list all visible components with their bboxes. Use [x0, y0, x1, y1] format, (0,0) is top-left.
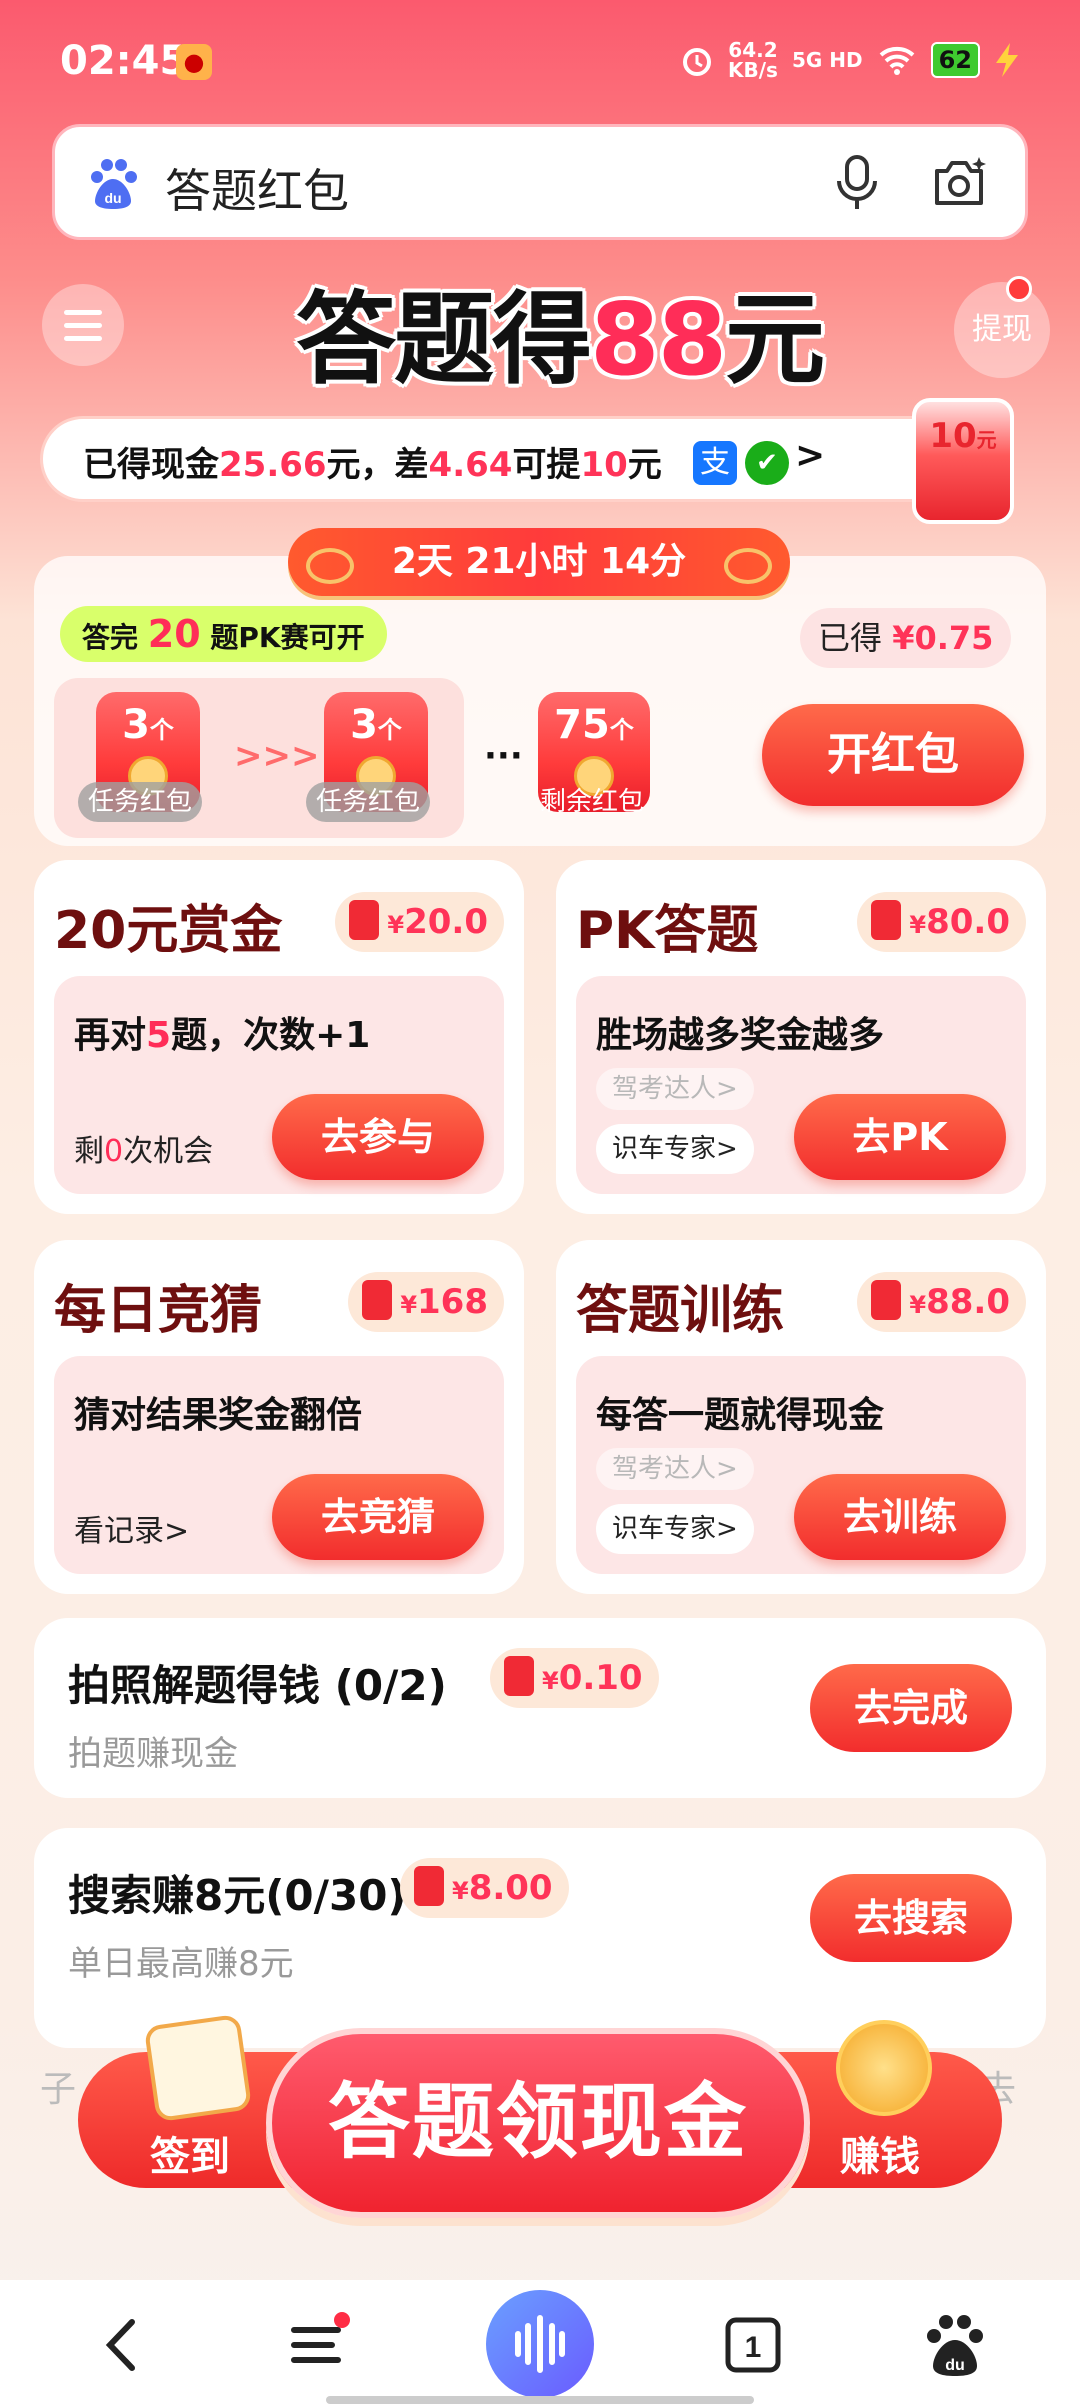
reward-badge: ¥8.00 — [400, 1858, 569, 1918]
go-train-button[interactable]: 去训练 — [794, 1474, 1006, 1560]
card-title: PK答题 — [576, 901, 759, 961]
baidu-logo-icon: du — [91, 159, 137, 209]
cash-progress-bar[interactable]: 已得现金25.66元，差4.64可提10元 支 ✔ > — [40, 416, 960, 502]
search-button[interactable]: 去搜索 — [810, 1874, 1012, 1962]
menu-icon — [64, 310, 102, 315]
svg-text:1: 1 — [745, 2331, 762, 2364]
sign-in-button[interactable]: 签到 — [150, 2124, 230, 2182]
withdraw-button[interactable]: 提现 — [954, 282, 1050, 378]
pk-quiz-card[interactable]: PK答题 ¥80.0 胜场越多奖金越多 驾考达人> 识车专家> 去PK — [556, 860, 1046, 1214]
reward-badge: ¥0.10 — [490, 1648, 659, 1708]
card-title: 20元赏金 — [54, 901, 283, 961]
alarm-icon — [683, 48, 711, 76]
ten-yuan-envelope[interactable]: 10元 — [912, 398, 1014, 524]
reward-badge: ¥20.0 — [335, 892, 504, 952]
red-envelope-icon — [414, 1865, 444, 1906]
alipay-icon: 支 — [693, 441, 737, 485]
envelope-label: 任务红包 — [306, 782, 431, 822]
open-envelope-button[interactable]: 开红包 — [762, 704, 1024, 806]
card-body: 胜场越多奖金越多 驾考达人> 识车专家> 去PK — [576, 976, 1026, 1194]
earn-money-button[interactable]: 赚钱 — [840, 2124, 920, 2182]
feed-menu-icon[interactable] — [284, 2310, 354, 2380]
status-time: 02:45 — [60, 38, 188, 84]
join-button[interactable]: 去参与 — [272, 1094, 484, 1180]
card-body: 再对5题，次数+1 剩0次机会 去参与 — [54, 976, 504, 1194]
view-records-link[interactable]: 看记录> — [74, 1506, 189, 1550]
go-guess-button[interactable]: 去竞猜 — [272, 1474, 484, 1560]
card-title: 每日竞猜 — [54, 1281, 263, 1341]
page-headline: 答题得88元 — [296, 281, 825, 398]
menu-button[interactable] — [42, 284, 124, 366]
microphone-icon[interactable] — [829, 153, 885, 213]
status-bar: 02:45 ● 64.2 KB/s 5G HD 62 — [0, 0, 1080, 120]
card-title: 答题训练 — [576, 1281, 785, 1341]
go-pk-button[interactable]: 去PK — [794, 1094, 1006, 1180]
paw-coin-icon — [836, 2020, 932, 2116]
voice-wave-icon — [515, 2315, 565, 2373]
daily-guess-card[interactable]: 每日竞猜 ¥168 猜对结果奖金翻倍 看记录> 去竞猜 — [34, 1240, 524, 1594]
bounty-card[interactable]: 20元赏金 ¥20.0 再对5题，次数+1 剩0次机会 去参与 — [34, 860, 524, 1214]
notification-dot — [1006, 276, 1032, 302]
chevron-arrows-icon: >>> — [234, 736, 320, 776]
network-type: 5G HD — [791, 48, 863, 72]
quiz-training-card[interactable]: 答题训练 ¥88.0 每答一题就得现金 驾考达人> 识车专家> 去训练 — [556, 1240, 1046, 1594]
task-title: 搜索赚8元(0/30) — [68, 1871, 407, 1920]
battery-indicator: 62 — [930, 42, 980, 78]
reward-badge: ¥88.0 — [857, 1272, 1026, 1332]
wechat-pay-icon: ✔ — [745, 441, 789, 485]
category-pill[interactable]: 驾考达人> — [596, 1448, 754, 1490]
task-subtitle: 拍题赚现金 — [68, 1734, 238, 1774]
home-indicator[interactable] — [326, 2396, 754, 2404]
reward-badge: ¥168 — [348, 1272, 504, 1332]
status-icons: 64.2 KB/s 5G HD 62 — [680, 40, 1020, 80]
task-title: 拍照解题得钱 (0/2) — [68, 1661, 447, 1710]
red-envelope-icon — [871, 1279, 902, 1320]
card-body: 猜对结果奖金翻倍 看记录> 去竞猜 — [54, 1356, 504, 1574]
svg-text:du: du — [104, 190, 121, 206]
cash-status-text: 已得现金25.66元，差4.64可提10元 — [83, 445, 662, 485]
underlying-text: 子 — [40, 2069, 77, 2110]
countdown-banner: 2天 21小时 14分 — [288, 528, 790, 596]
camera-search-icon[interactable] — [929, 153, 989, 213]
chevron-right-icon: > — [795, 435, 826, 476]
app-notification-icon: ● — [176, 44, 212, 80]
photo-solve-task[interactable]: 拍照解题得钱 (0/2) ¥0.10 拍题赚现金 去完成 — [34, 1618, 1046, 1798]
category-pill[interactable]: 识车专家> — [596, 1504, 754, 1554]
network-speed: 64.2 KB/s — [728, 38, 778, 82]
search-earn-task[interactable]: 搜索赚8元(0/30) ¥8.00 单日最高赚8元 去搜索 — [34, 1828, 1046, 2048]
red-envelope-icon — [362, 1279, 393, 1320]
category-pill[interactable]: 驾考达人> — [596, 1068, 754, 1110]
search-input[interactable]: 答题红包 — [165, 155, 349, 221]
wifi-icon — [879, 46, 914, 75]
baidu-home-icon[interactable]: du — [920, 2310, 990, 2380]
svg-text:du: du — [945, 2357, 965, 2374]
search-box[interactable]: du 答题红包 — [52, 124, 1028, 240]
envelope-label: 剩余红包 — [540, 787, 645, 817]
earned-amount: 已得 ¥0.75 — [800, 608, 1012, 668]
reward-badge: ¥80.0 — [857, 892, 1026, 952]
ellipsis-icon: ··· — [484, 736, 523, 776]
sign-in-notebook-icon — [143, 2013, 253, 2123]
card-body: 每答一题就得现金 驾考达人> 识车专家> 去训练 — [576, 1356, 1026, 1574]
chances-remaining: 剩0次机会 — [74, 1134, 214, 1169]
pk-unlock-tag: 答完 20 题PK赛可开 — [60, 606, 387, 662]
answer-for-cash-button[interactable]: 答题领现金 — [266, 2028, 810, 2218]
red-envelope-icon — [871, 899, 902, 940]
back-icon[interactable] — [88, 2310, 158, 2380]
charging-icon — [996, 43, 1018, 77]
complete-button[interactable]: 去完成 — [810, 1664, 1012, 1752]
category-pill[interactable]: 识车专家> — [596, 1124, 754, 1174]
red-envelope-icon — [504, 1655, 534, 1696]
voice-assistant-button[interactable] — [486, 2290, 594, 2398]
task-subtitle: 单日最高赚8元 — [68, 1944, 294, 1984]
tabs-icon[interactable]: 1 — [718, 2310, 788, 2380]
red-envelope-icon — [349, 899, 380, 940]
pk-envelope-card: 答完 20 题PK赛可开 已得 ¥0.75 3个 任务红包 >>> 3个 任务红… — [34, 556, 1046, 846]
envelope-label: 任务红包 — [78, 782, 203, 822]
